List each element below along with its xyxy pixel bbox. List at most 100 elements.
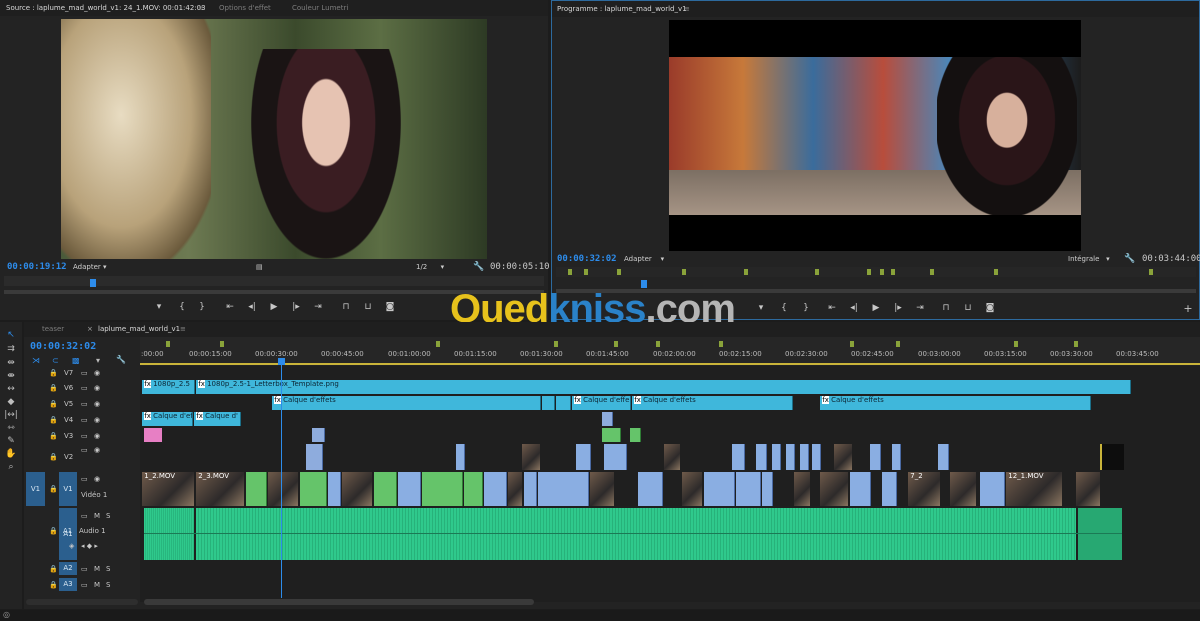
marker[interactable] [1014, 341, 1018, 347]
clip-v1[interactable] [374, 472, 397, 506]
clip-v1[interactable] [590, 472, 614, 506]
timeline-horizontal-scrollbar[interactable] [144, 599, 534, 605]
clip-v1[interactable] [464, 472, 483, 506]
step-back-icon[interactable]: ◂| [848, 303, 860, 313]
export-frame-icon[interactable]: ◙ [384, 302, 396, 312]
clip-v2[interactable] [604, 444, 627, 470]
audio-clip-a1-1[interactable] [144, 508, 194, 560]
film-icon[interactable]: ▭ [81, 400, 88, 408]
program-fit-dropdown[interactable]: Adapter ▾ [624, 255, 664, 263]
clip-v6-1[interactable]: fx 1080p_2.5 [142, 380, 195, 394]
marker[interactable] [1149, 269, 1153, 275]
marker[interactable] [867, 269, 871, 275]
clip-v1[interactable] [980, 472, 1005, 506]
marker-icon[interactable]: ▾ [96, 356, 100, 365]
keyframe-nav-icon[interactable]: ◂ ◆ ▸ [81, 542, 98, 550]
lock-icon[interactable]: 🔒 [49, 527, 58, 535]
eye-icon[interactable]: ◉ [94, 432, 100, 440]
marker[interactable] [880, 269, 884, 275]
step-forward-icon[interactable]: |▸ [892, 303, 904, 313]
clip-v1-4[interactable]: 12_1.MOV [1006, 472, 1062, 506]
clip-v4-2[interactable]: fx Calque d' [194, 412, 241, 426]
clip-v2[interactable] [732, 444, 745, 470]
eye-icon[interactable]: ◉ [94, 475, 100, 483]
marker[interactable] [815, 269, 819, 275]
clip-v3-4[interactable] [630, 428, 641, 442]
film-icon[interactable]: ▭ [81, 369, 88, 377]
clip-v1[interactable] [484, 472, 507, 506]
status-icon[interactable]: ◎ [3, 610, 10, 619]
clip-v2[interactable] [834, 444, 852, 470]
zoom-tool-icon[interactable]: ⌕ [4, 462, 18, 474]
lock-icon[interactable]: 🔒 [49, 565, 58, 573]
go-to-in-icon[interactable]: ⇤ [224, 302, 236, 312]
clip-v4-3[interactable] [602, 412, 613, 426]
tab-source[interactable]: Source : laplume_mad_world_v1: 24_1.MOV:… [6, 0, 206, 16]
mute-button[interactable]: M [94, 565, 100, 573]
play-icon[interactable]: ▶ [268, 302, 280, 312]
track-label-a2[interactable]: A2 [59, 562, 77, 575]
clip-v3-3[interactable] [602, 428, 621, 442]
film-icon[interactable]: ▭ [81, 384, 88, 392]
menu-icon[interactable]: ≡ [198, 0, 204, 16]
play-icon[interactable]: ▶ [870, 303, 882, 313]
solo-button[interactable]: S [106, 565, 110, 573]
clip-v5-6[interactable]: fx Calque d'effets [820, 396, 1091, 410]
clip-v1-1[interactable]: 1_2.MOV [142, 472, 194, 506]
audio-clip-a1-3[interactable] [1078, 508, 1122, 560]
marker[interactable] [850, 341, 854, 347]
marker[interactable] [891, 269, 895, 275]
clip-v1[interactable] [850, 472, 871, 506]
lock-icon[interactable]: 🔒 [49, 453, 58, 461]
export-frame-icon[interactable]: ◙ [984, 303, 996, 313]
clip-v3-2[interactable] [312, 428, 325, 442]
marker[interactable] [568, 269, 572, 275]
clip-v1[interactable] [538, 472, 589, 506]
track-label-a3[interactable]: A3 [59, 578, 77, 591]
marker[interactable] [554, 341, 558, 347]
clip-v1[interactable] [508, 472, 522, 506]
clip-v1[interactable] [300, 472, 327, 506]
marker[interactable] [656, 341, 660, 347]
overwrite-icon[interactable]: ⊔ [362, 302, 374, 312]
program-quality-dropdown[interactable]: Intégrale ▾ [1068, 255, 1110, 263]
bracket-in-icon[interactable]: { [778, 303, 790, 313]
marker[interactable] [896, 341, 900, 347]
clip-v1[interactable] [704, 472, 735, 506]
clip-v2[interactable] [306, 444, 323, 470]
pen-tool-icon[interactable]: ✎ [4, 436, 18, 448]
film-icon[interactable]: ▭ [81, 416, 88, 424]
marker[interactable] [1074, 341, 1078, 347]
lock-icon[interactable]: 🔒 [49, 485, 58, 493]
bracket-out-icon[interactable]: } [800, 303, 812, 313]
step-back-icon[interactable]: ◂| [246, 302, 258, 312]
clip-v2[interactable] [786, 444, 795, 470]
mute-button[interactable]: M [94, 581, 100, 589]
clip-v4-1[interactable]: fx Calque d'ef [142, 412, 193, 426]
clip-v1[interactable] [820, 472, 848, 506]
clip-v1[interactable] [246, 472, 267, 506]
clip-v1[interactable] [794, 472, 810, 506]
clip-v1[interactable] [950, 472, 976, 506]
mark-in-icon[interactable]: ▾ [755, 303, 767, 313]
selection-tool-icon[interactable]: ↖ [4, 330, 18, 342]
marker[interactable] [436, 341, 440, 347]
bracket-in-icon[interactable]: { [176, 302, 188, 312]
wrench-icon[interactable]: 🔧 [116, 355, 126, 364]
rolling-edit-tool-icon[interactable]: ⇼ [4, 371, 18, 383]
clip-v2[interactable] [664, 444, 680, 470]
clip-v5-3[interactable] [556, 396, 571, 410]
eye-icon[interactable]: ◉ [94, 400, 100, 408]
add-button-icon[interactable]: + [1182, 302, 1194, 315]
lock-icon[interactable]: 🔒 [49, 384, 58, 392]
razor-tool-icon[interactable]: ◆ [4, 397, 18, 409]
clip-v2[interactable] [1100, 444, 1124, 470]
clip-v5-1[interactable]: fx Calque d'effets [272, 396, 541, 410]
clip-v1[interactable] [882, 472, 897, 506]
go-to-in-icon[interactable]: ⇤ [826, 303, 838, 313]
menu-icon[interactable]: ≡ [684, 1, 690, 17]
work-area-bar[interactable] [140, 363, 1200, 365]
clip-v1[interactable] [524, 472, 537, 506]
tab-sequence[interactable]: laplume_mad_world_v1 [98, 322, 180, 337]
film-icon[interactable]: ▭ [81, 512, 88, 520]
